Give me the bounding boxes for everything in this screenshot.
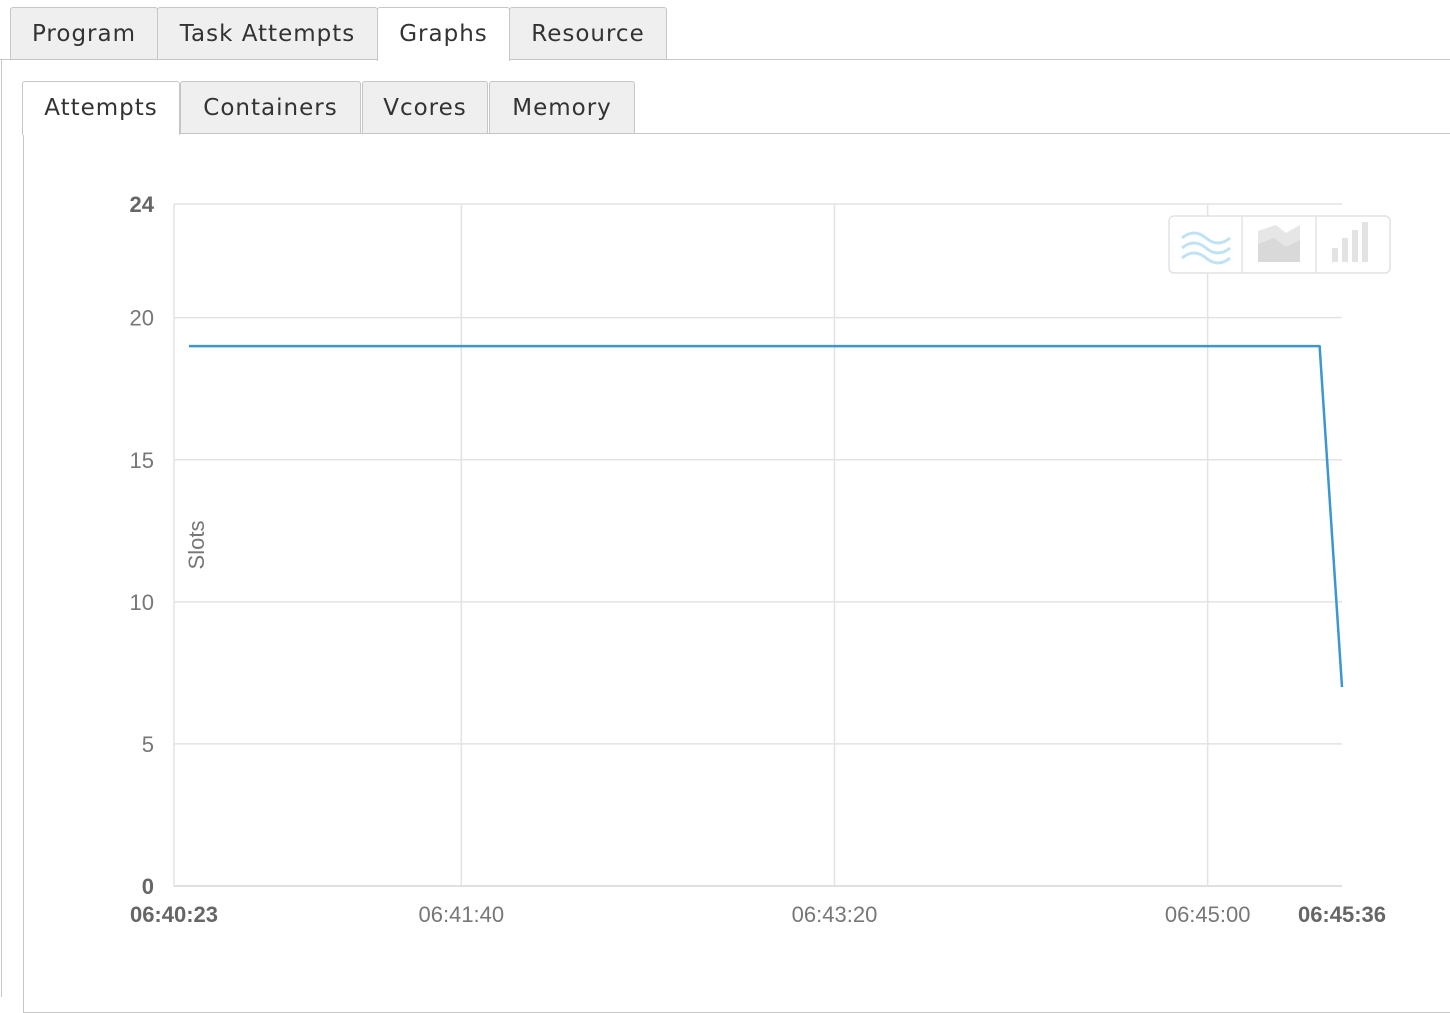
x-tick-label: 06:45:00 [1165,902,1251,927]
y-axis-label: Slots [184,521,209,570]
x-tick-label: 06:45:36 [1298,902,1386,927]
sub-tab-bar: Attempts Containers Vcores Memory [2,60,1450,135]
line-chart-icon[interactable] [1170,217,1241,272]
y-tick-label: 24 [130,192,155,217]
tab-containers[interactable]: Containers [180,81,361,133]
tab-attempts[interactable]: Attempts [22,81,180,135]
top-tab-bar: Program Task Attempts Graphs Resource [0,0,1450,61]
series-line [188,344,1344,688]
y-tick-label: 20 [130,306,154,331]
graphs-panel: Attempts Containers Vcores Memory 0 5 10 15… [1,60,1450,1013]
y-tick-label: 15 [130,448,154,473]
chart-type-toolbar [1168,215,1391,274]
y-tick-label: 5 [142,732,154,757]
tab-graphs[interactable]: Graphs [377,7,510,61]
tab-resource[interactable]: Resource [509,7,667,59]
tab-memory[interactable]: Memory [489,81,635,133]
tab-task-attempts[interactable]: Task Attempts [157,7,378,59]
tab-program[interactable]: Program [10,7,158,59]
y-tick-label: 0 [142,874,154,899]
x-tick-label: 06:41:40 [419,902,505,927]
tab-vcores[interactable]: Vcores [362,81,488,133]
area-chart-icon[interactable] [1258,225,1300,262]
y-tick-label: 10 [130,590,154,615]
x-tick-label: 06:43:20 [792,902,878,927]
x-tick-label: 06:40:23 [130,902,218,927]
attempts-chart-container: 0 5 10 15 20 24 06:40:23 06:41:40 06:43:20 06:45… [23,133,1450,1013]
attempts-line-chart: 0 5 10 15 20 24 06:40:23 06:41:40 06:43:20 06:45… [130,192,1391,927]
